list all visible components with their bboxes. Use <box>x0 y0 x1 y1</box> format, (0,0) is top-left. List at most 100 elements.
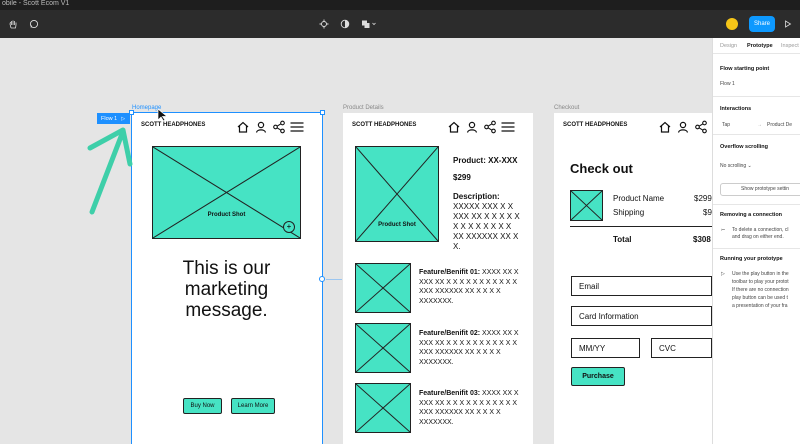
home-icon[interactable] <box>658 120 672 134</box>
flow-starting-value[interactable]: Flow 1 <box>720 81 735 88</box>
tab-inspect[interactable]: Inspect <box>781 43 799 49</box>
description-body: XXXXX XXX X X XXX XX X X X X X X X X X X… <box>453 202 520 251</box>
running-line-4: play button can be used t <box>732 295 788 301</box>
product-shot-placeholder: Product Shot + <box>152 146 301 239</box>
cvc-field[interactable]: CVC <box>651 338 712 358</box>
feature-image-placeholder <box>355 383 411 433</box>
total-price: $308 <box>693 235 711 244</box>
flow-starting-heading: Flow starting point <box>720 66 770 72</box>
hamburger-menu-icon[interactable] <box>501 120 515 134</box>
brand-header: SCOTT HEADPHONES <box>141 122 206 128</box>
share-button[interactable]: Share <box>749 16 775 32</box>
overflow-value: No scrolling <box>720 163 747 169</box>
show-prototype-settings-label: Show prototype settin <box>741 186 790 192</box>
running-line-3: If there are no connection <box>732 287 789 293</box>
boolean-dropdown-icon[interactable] <box>359 10 379 38</box>
interactions-heading: Interactions <box>720 106 752 112</box>
shipping-label: Shipping <box>613 208 645 217</box>
summary-divider <box>570 226 712 227</box>
interaction-trigger[interactable]: Tap <box>722 122 730 129</box>
marketing-message: This is our marketing message. <box>182 258 271 321</box>
feature-01: Feature/Benifit 01: XXXX XX X XXX XX X X… <box>419 268 531 306</box>
toolbar: Share <box>0 10 800 38</box>
removing-heading: Removing a connection <box>720 212 783 218</box>
share-icon[interactable] <box>272 120 286 134</box>
hamburger-menu-icon[interactable] <box>290 120 304 134</box>
email-field[interactable]: Email <box>571 276 712 296</box>
description-title: Description: <box>453 192 500 201</box>
product-shot-placeholder: Product Shot <box>355 146 439 242</box>
frame-product-details[interactable]: SCOTT HEADPHONES Product Shot Product: X… <box>343 113 533 444</box>
product-name-price: $299 <box>694 194 712 203</box>
nav-icons <box>447 120 515 134</box>
interaction-target[interactable]: Product De <box>767 122 792 129</box>
frame-checkout[interactable]: SCOTT HEADPHONES Check out Product Name … <box>554 113 712 444</box>
product-shot-label: Product Shot <box>378 222 416 228</box>
divider <box>713 134 800 135</box>
running-line-2: toolbar to play your protot <box>732 279 789 285</box>
disconnect-icon: ⤚ <box>721 227 726 233</box>
nav-icons <box>236 120 304 134</box>
prototype-connection <box>326 279 342 280</box>
user-icon[interactable] <box>465 120 479 134</box>
annotation-arrow-icon <box>87 127 133 215</box>
comment-icon[interactable] <box>27 10 41 38</box>
frame-homepage[interactable]: SCOTT HEADPHONES Product Shot + This is … <box>131 112 323 444</box>
divider <box>713 248 800 249</box>
card-information-field[interactable]: Card Information <box>571 306 712 326</box>
home-icon[interactable] <box>236 120 250 134</box>
feature-image-placeholder <box>355 263 411 313</box>
divider <box>713 204 800 205</box>
feature-image-placeholder <box>355 323 411 373</box>
play-icon[interactable] <box>782 10 794 38</box>
cart-item-image-placeholder <box>570 190 603 221</box>
feature-01-title: Feature/Benifit 01: <box>419 269 481 276</box>
share-icon[interactable] <box>483 120 497 134</box>
window-title: obile - Scott Ecom V1 <box>2 0 70 7</box>
properties-panel: Design Prototype Inspect Flow starting p… <box>712 38 800 444</box>
user-icon[interactable] <box>676 120 690 134</box>
brand-header: SCOTT HEADPHONES <box>352 122 417 128</box>
show-prototype-settings-button[interactable]: Show prototype settin <box>720 183 800 196</box>
feature-02: Feature/Benifit 02: XXXX XX X XXX XX X X… <box>419 329 531 367</box>
feature-03: Feature/Benifit 03: XXXX XX X XXX XX X X… <box>419 389 531 427</box>
hand-tool-icon[interactable] <box>6 10 20 38</box>
expiry-field[interactable]: MM/YY <box>571 338 640 358</box>
selection-handle[interactable] <box>320 110 325 115</box>
arrow-right-icon: → <box>757 122 762 128</box>
divider <box>713 96 800 97</box>
product-price: $299 <box>453 173 471 182</box>
product-shot-label: Product Shot <box>207 212 246 218</box>
frame-label-product-details[interactable]: Product Details <box>343 105 384 111</box>
component-icon[interactable] <box>317 10 331 38</box>
learn-more-button[interactable]: Learn More <box>231 398 275 414</box>
user-icon[interactable] <box>254 120 268 134</box>
overflow-heading: Overflow scrolling <box>720 144 768 150</box>
frame-label-checkout[interactable]: Checkout <box>554 105 579 111</box>
canvas[interactable]: Homepage SCOTT HEADPHONES Product Shot +… <box>0 38 712 444</box>
zoom-plus-icon[interactable]: + <box>283 221 295 233</box>
user-avatar[interactable] <box>726 18 738 30</box>
shipping-price: $9 <box>703 208 712 217</box>
product-name-label: Product Name <box>613 194 665 203</box>
nav-icons <box>658 120 708 134</box>
tab-design[interactable]: Design <box>720 43 737 49</box>
running-heading: Running your prototype <box>720 256 783 262</box>
total-label: Total <box>613 235 632 244</box>
running-line-1: Use the play button in the <box>732 271 789 277</box>
buy-now-button[interactable]: Buy Now <box>183 398 222 414</box>
tab-prototype[interactable]: Prototype <box>747 43 773 49</box>
connection-node[interactable] <box>319 276 325 282</box>
contrast-icon[interactable] <box>338 10 352 38</box>
feature-02-title: Feature/Benifit 02: <box>419 330 481 337</box>
play-icon: ▷ <box>721 271 725 277</box>
window-title-bar: obile - Scott Ecom V1 <box>0 0 800 10</box>
removing-line-1: To delete a connection, cl <box>732 227 789 233</box>
cursor-icon <box>157 108 168 122</box>
overflow-select[interactable]: No scrolling ⌄ <box>720 163 752 170</box>
share-icon[interactable] <box>694 120 708 134</box>
purchase-button[interactable]: Purchase <box>571 367 625 386</box>
divider <box>713 53 800 54</box>
chevron-down-icon: ⌄ <box>747 163 752 169</box>
home-icon[interactable] <box>447 120 461 134</box>
